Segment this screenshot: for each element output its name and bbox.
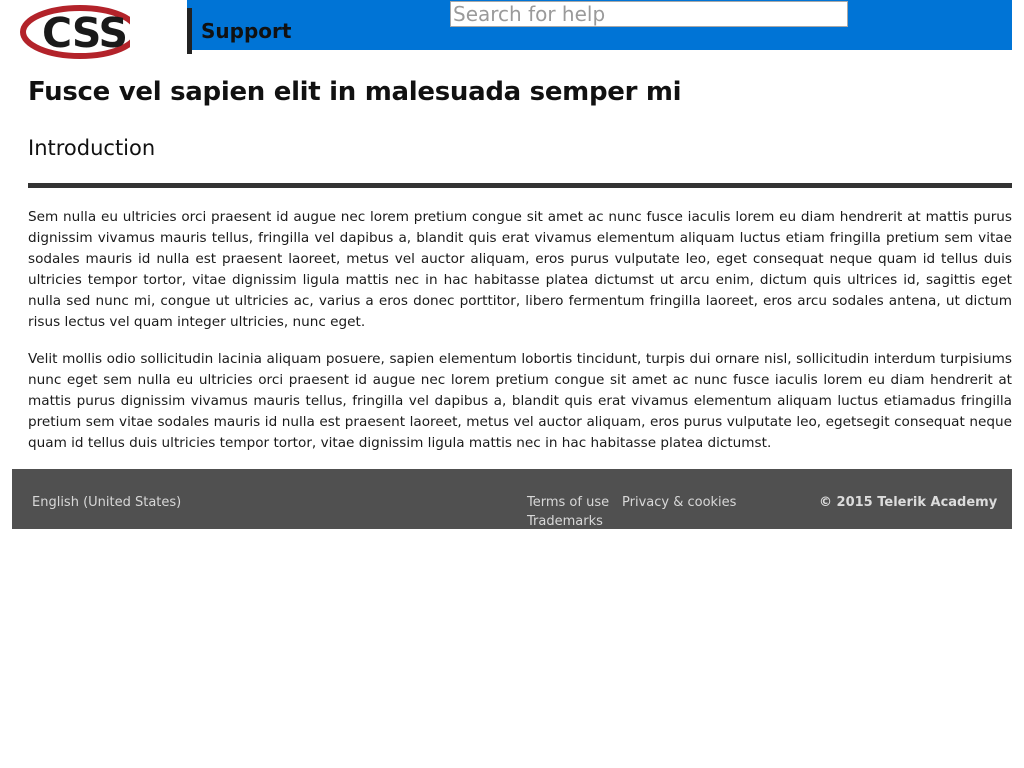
trademarks-link[interactable]: Trademarks xyxy=(527,514,603,529)
terms-of-use-link[interactable]: Terms of use xyxy=(527,495,609,510)
article-paragraph: Sem nulla eu ultricies orci praesent id … xyxy=(28,209,1012,330)
css-logo[interactable]: CSS xyxy=(12,0,187,59)
section-heading: Introduction xyxy=(28,136,156,160)
copyright-notice: © 2015 Telerik Academy xyxy=(819,495,998,510)
site-footer: English (United States) Terms of use Pri… xyxy=(12,469,1012,529)
privacy-cookies-link[interactable]: Privacy & cookies xyxy=(622,495,736,510)
site-header: CSS Support xyxy=(12,0,1012,59)
article-paragraph: Velit mollis odio sollicitudin lacinia a… xyxy=(28,351,1012,451)
language-selector[interactable]: English (United States) xyxy=(32,495,181,510)
logo-text: CSS xyxy=(42,9,127,57)
search-input[interactable] xyxy=(450,1,848,27)
logo-divider xyxy=(187,8,192,54)
brand-label[interactable]: Support xyxy=(201,17,291,45)
css-logo-icon: CSS xyxy=(20,3,180,59)
section-divider xyxy=(28,183,1012,188)
page-title: Fusce vel sapien elit in malesuada sempe… xyxy=(28,77,682,107)
